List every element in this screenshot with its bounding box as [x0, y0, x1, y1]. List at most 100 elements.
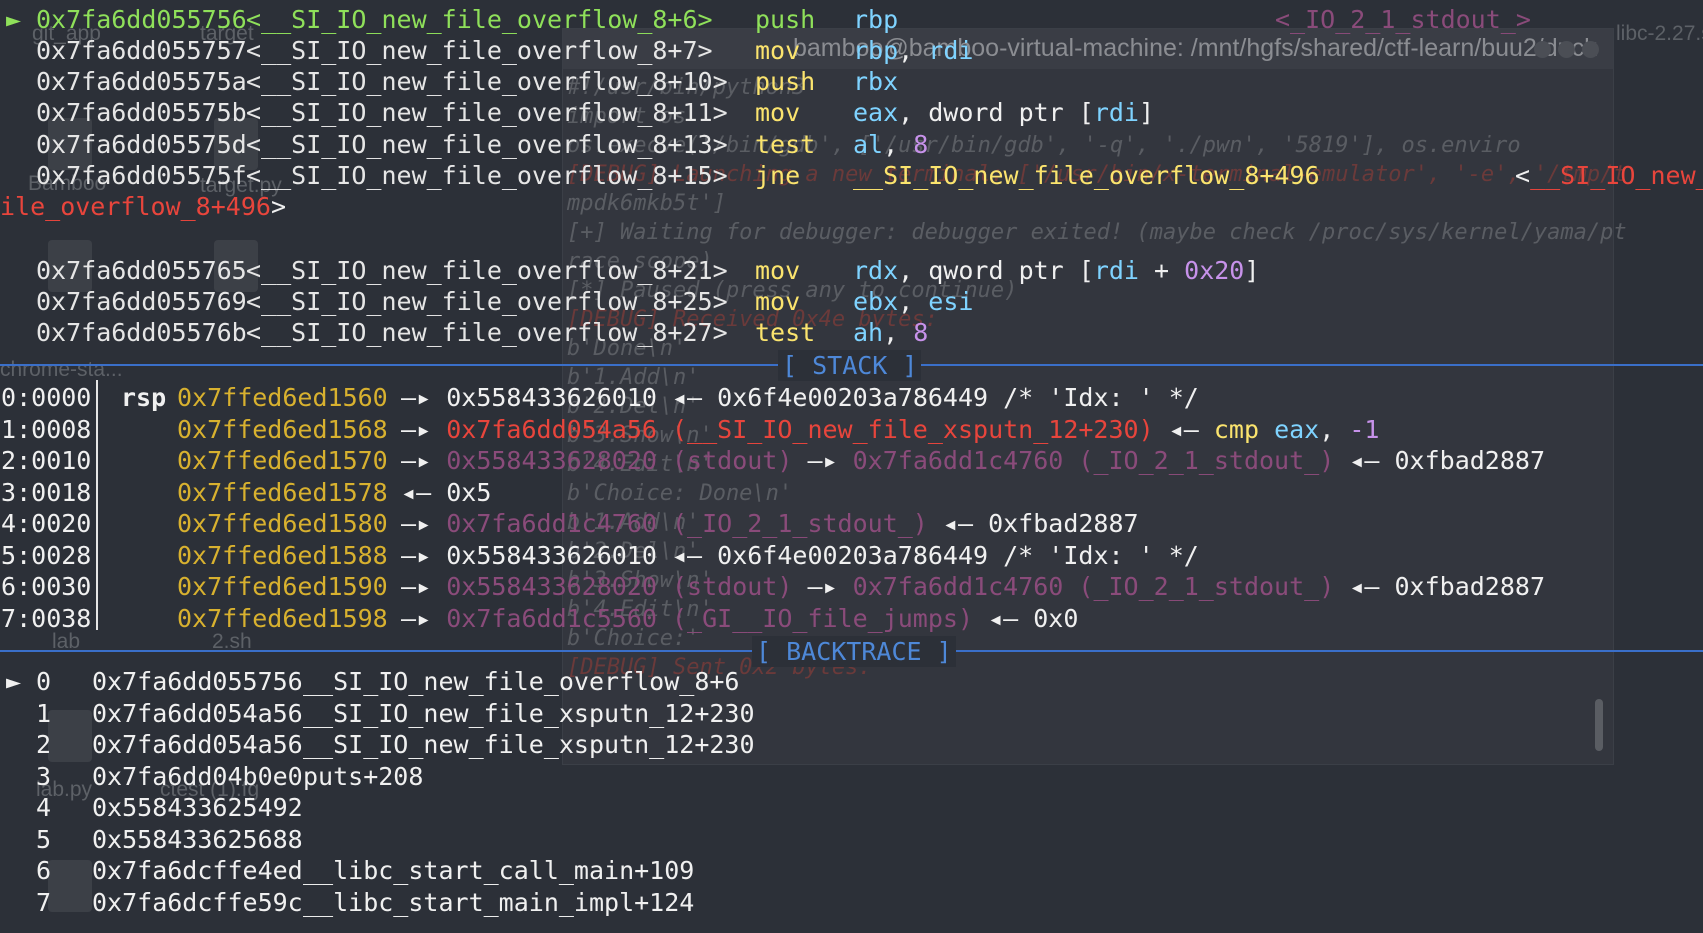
frame-address: 0x7fa6dcffe59c: [92, 887, 303, 917]
stack-address: 0x7ffed6ed1578: [177, 477, 388, 507]
operand-token: rbp: [853, 36, 899, 65]
deref-token: 0x7fa6dd1c4760 (_IO_2_1_stdout_): [852, 572, 1335, 601]
instruction-address: 0x7fa6dd05575f: [36, 161, 247, 190]
annotation-symbol: __SI_IO_new_f: [1530, 161, 1703, 190]
deref-token: ◂—: [1334, 572, 1395, 601]
deref-token: ◂—: [973, 603, 1034, 633]
deref-token: ◂—: [1334, 446, 1395, 475]
deref-token: 0x558433626010: [446, 540, 657, 570]
frame-symbol: __SI_IO_new_file_overflow_8+6: [303, 667, 740, 696]
instruction-address: 0x7fa6dd055756: [36, 5, 247, 34]
frame-symbol: puts+208: [303, 761, 424, 791]
operand-token: ,: [883, 130, 914, 159]
operand-token: 0x20: [1184, 256, 1245, 285]
stack-address: 0x7ffed6ed1570: [177, 446, 388, 475]
operand-token: rdi: [928, 36, 974, 65]
background-terminal-line: mpdk6mkb5t']: [567, 191, 726, 216]
deref-token: ◂—: [927, 509, 989, 538]
close-icon[interactable]: [1582, 41, 1599, 58]
minimize-icon[interactable]: [1534, 41, 1551, 58]
deref-token: —▸: [386, 540, 447, 570]
operand-token: ,: [898, 36, 929, 65]
python-file-icon[interactable]: [48, 860, 92, 912]
operand-token: __SI_IO_new_file_overflow_8+496: [853, 161, 1320, 190]
deref-token: 0x7fa6dd1c4760 (_IO_2_1_stdout_): [446, 509, 928, 538]
frame-address: 0x7fa6dd04b0e0: [92, 761, 303, 791]
stack-address: 0x7ffed6ed1598: [177, 603, 388, 633]
instruction-symbol: <__SI_IO_new_file_overflow_8+25>: [246, 287, 728, 316]
stack-deref-chain: —▸ 0x558433628020 (stdout) —▸ 0x7fa6dd1c…: [386, 571, 1545, 602]
python-file-icon[interactable]: [48, 710, 92, 762]
current-frame-marker-icon: ►: [6, 667, 22, 696]
instruction-opcode: mov: [755, 256, 801, 285]
instruction-symbol: <__SI_IO_new_file_overflow_8+6>: [246, 5, 713, 34]
deref-token: 0x7fa6dd1c4760 (_IO_2_1_stdout_): [852, 446, 1335, 475]
deref-token: ◂—: [656, 540, 718, 570]
frame-index: 7: [36, 887, 52, 917]
deref-token: 0x558433628020 (stdout): [446, 572, 793, 601]
deref-token: 0x558433628020 (stdout): [446, 446, 793, 475]
frame-index: 6: [36, 856, 52, 885]
instruction-opcode: mov: [755, 287, 801, 316]
operand-token: , dword ptr [: [898, 98, 1094, 127]
instruction-address: 0x7fa6dd05575a: [36, 67, 247, 96]
deref-token: 0x6f4e00203a786449 /* 'Idx: ' */: [717, 540, 1199, 570]
deref-token: 0xfbad2887: [1394, 446, 1545, 475]
instruction-opcode: mov: [755, 98, 801, 127]
deref-token: 0x5: [446, 477, 492, 507]
instruction-address: 0x7fa6dd055765: [36, 256, 247, 285]
stack-offset: 03:0018: [0, 477, 92, 507]
stack-deref-chain: —▸ 0x558433626010 ◂— 0x6f4e00203a786449 …: [386, 382, 1199, 413]
operand-token: rdi: [1093, 98, 1139, 127]
annotation-symbol: ile_overflow_8+496: [0, 192, 271, 221]
deref-token: ,: [1319, 414, 1350, 444]
stack-offset: 06:0030: [0, 572, 92, 601]
instruction-address: 0x7fa6dd055769: [36, 287, 247, 316]
stack-address: 0x7ffed6ed1560: [177, 383, 388, 412]
maximize-icon[interactable]: [1558, 41, 1575, 58]
instruction-operands: rbx: [853, 66, 898, 97]
annotation-bracket: >: [270, 192, 286, 221]
operand-token: ,: [883, 318, 914, 347]
frame-address: 0x558433625492: [92, 793, 303, 822]
stack-deref-chain: —▸ 0x558433626010 ◂— 0x6f4e00203a786449 …: [386, 540, 1199, 571]
instruction-address: 0x7fa6dd05575d: [36, 130, 247, 159]
instruction-address: 0x7fa6dd055757: [36, 36, 247, 65]
operand-token: , qword ptr [: [898, 256, 1094, 285]
frame-index: 4: [36, 793, 52, 822]
frame-symbol: __SI_IO_new_file_xsputn_12+230: [303, 730, 755, 759]
instruction-operands: ebx, esi: [853, 286, 973, 317]
instruction-annotation: <_IO_2_1_stdout_>: [1275, 5, 1531, 34]
instruction-symbol: <__SI_IO_new_file_overflow_8+11>: [246, 98, 728, 127]
instruction-symbol: <__SI_IO_new_file_overflow_8+21>: [246, 256, 728, 285]
instruction-symbol: <__SI_IO_new_file_overflow_8+13>: [246, 130, 728, 159]
instruction-address: 0x7fa6dd05575b: [36, 98, 247, 127]
background-terminal-titlebar[interactable]: bamboo@bamboo-virtual-machine: /mnt/hgfs…: [563, 29, 1613, 69]
operand-token: ,: [898, 287, 929, 316]
background-terminal-line: b'Choice: Done\n': [567, 481, 793, 506]
backtrace-header: [ BACKTRACE ]: [752, 636, 956, 667]
stack-deref-chain: —▸ 0x7fa6dd1c4760 (_IO_2_1_stdout_) ◂— 0…: [386, 508, 1139, 539]
instruction-operands: rdx, qword ptr [rdi + 0x20]: [853, 255, 1259, 286]
operand-token: +: [1138, 256, 1185, 285]
operand-token: ah: [853, 318, 884, 347]
deref-token: —▸: [386, 572, 447, 601]
instruction-operands: ah, 8: [853, 317, 928, 348]
operand-token: esi: [928, 287, 974, 316]
operand-token: rdx: [853, 256, 899, 285]
stack-header: [ STACK ]: [778, 350, 922, 381]
instruction-operands: eax, dword ptr [rdi]: [853, 97, 1154, 128]
operand-token: 8: [913, 130, 929, 159]
deref-token: —▸: [386, 414, 447, 444]
operand-token: eax: [853, 98, 899, 127]
deref-token: —▸: [386, 446, 447, 475]
instruction-symbol: <__SI_IO_new_file_overflow_8+7>: [246, 36, 713, 65]
deref-token: 0xfbad2887: [988, 509, 1139, 538]
stack-register: rsp: [121, 383, 167, 412]
operand-token: 8: [913, 318, 929, 347]
instruction-opcode: test: [755, 130, 816, 159]
background-terminal-scrollbar[interactable]: [1595, 699, 1603, 751]
operand-token: rbp: [853, 5, 899, 34]
stack-deref-chain: —▸ 0x558433628020 (stdout) —▸ 0x7fa6dd1c…: [386, 445, 1545, 476]
instruction-address: 0x7fa6dd05576b: [36, 318, 247, 347]
